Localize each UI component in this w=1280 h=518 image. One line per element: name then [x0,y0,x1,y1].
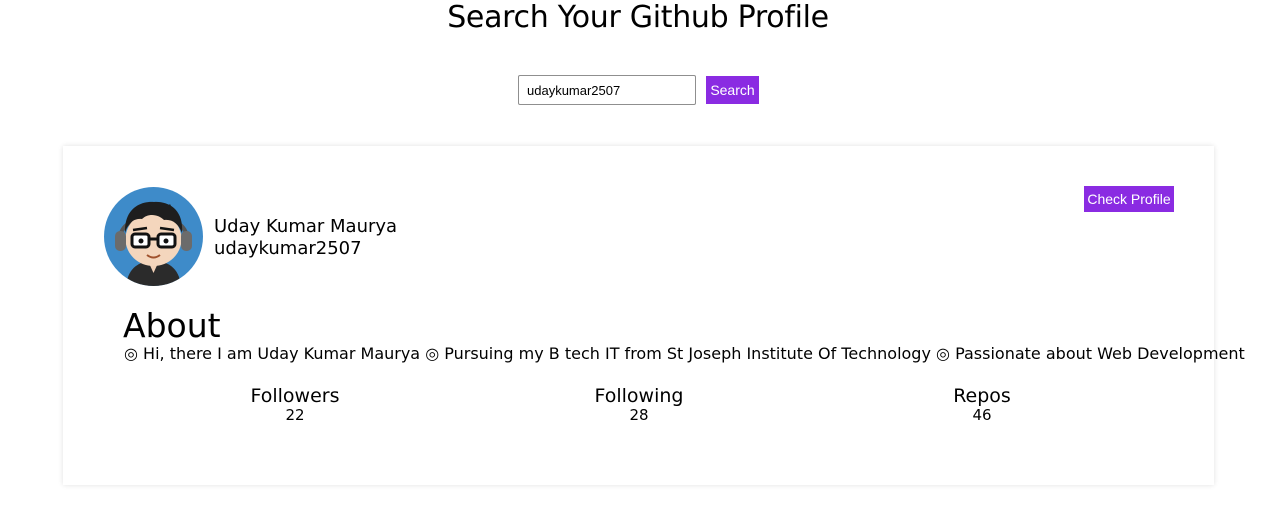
search-button[interactable]: Search [706,76,759,104]
search-input[interactable] [518,75,696,105]
stat-repos: Repos 46 [882,385,1082,423]
about-heading: About [123,306,221,345]
profile-card: Uday Kumar Maurya udaykumar2507 Check Pr… [63,146,1245,485]
stat-followers: Followers 22 [195,385,395,423]
stat-value: 28 [629,406,649,424]
profile-username: udaykumar2507 [214,238,362,259]
stat-label: Followers [250,385,340,407]
stat-label: Following [594,385,684,407]
stat-value: 22 [285,406,305,424]
avatar-cartoon-image [115,201,192,286]
stat-label: Repos [953,385,1011,407]
avatar [104,187,203,286]
stat-value: 46 [972,406,992,424]
profile-name: Uday Kumar Maurya [214,216,398,237]
about-text: ◎ Hi, there I am Uday Kumar Maurya ◎ Pur… [124,344,1245,363]
user-info: Uday Kumar Maurya udaykumar2507 [214,216,397,260]
check-profile-button[interactable]: Check Profile [1084,186,1174,212]
page-title: Search Your Github Profile [447,0,829,35]
stat-following: Following 28 [539,385,739,423]
